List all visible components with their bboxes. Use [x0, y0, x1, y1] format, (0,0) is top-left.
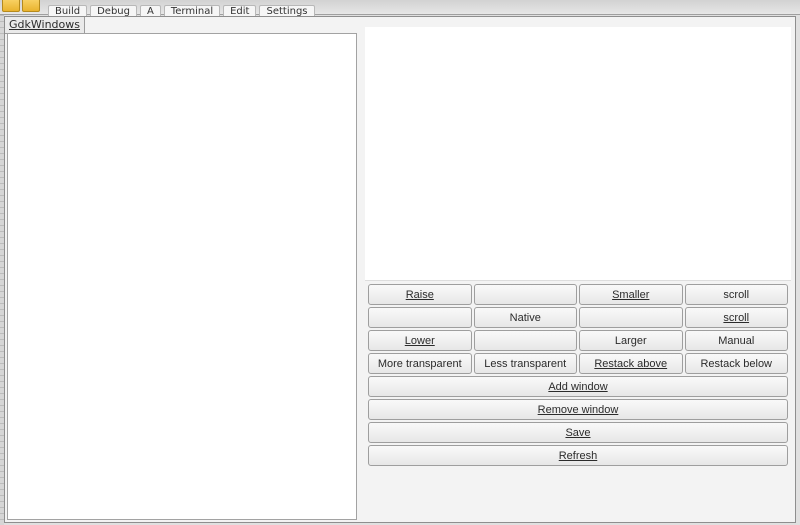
larger-button[interactable]: Larger [579, 330, 683, 351]
save-button[interactable]: Save [368, 422, 788, 443]
folder-icon[interactable] [22, 0, 40, 12]
preview-canvas[interactable] [365, 27, 791, 281]
raise-button[interactable]: Raise [368, 284, 472, 305]
blank-button-b3[interactable] [579, 307, 683, 328]
less-transparent-button[interactable]: Less transparent [474, 353, 578, 374]
gdkwindows-tree[interactable] [7, 33, 357, 520]
control-row-2: Native scroll [368, 307, 788, 328]
native-button[interactable]: Native [474, 307, 578, 328]
control-row-3: Lower Larger Manual [368, 330, 788, 351]
control-row-add: Add window [368, 376, 788, 397]
manual-button[interactable]: Manual [685, 330, 789, 351]
folder-icon[interactable] [2, 0, 20, 12]
desktop-root: Build Debug A Terminal Edit Settings Gdk… [0, 0, 800, 525]
refresh-button[interactable]: Refresh [368, 445, 788, 466]
scroll-button-a[interactable]: scroll [685, 284, 789, 305]
controls-panel: Raise Smaller scroll Native scroll Lower… [365, 281, 791, 519]
right-panel: Raise Smaller scroll Native scroll Lower… [365, 27, 791, 519]
lower-button[interactable]: Lower [368, 330, 472, 351]
remove-window-button[interactable]: Remove window [368, 399, 788, 420]
smaller-button[interactable]: Smaller [579, 284, 683, 305]
app-window: GdkWindows Raise Smaller scroll Native s… [4, 16, 796, 523]
add-window-button[interactable]: Add window [368, 376, 788, 397]
more-transparent-button[interactable]: More transparent [368, 353, 472, 374]
control-row-4: More transparent Less transparent Restac… [368, 353, 788, 374]
restack-below-button[interactable]: Restack below [685, 353, 789, 374]
control-row-remove: Remove window [368, 399, 788, 420]
control-row-refresh: Refresh [368, 445, 788, 466]
host-toolbar-icons [2, 0, 40, 12]
blank-button-a2[interactable] [474, 284, 578, 305]
blank-button-b1[interactable] [368, 307, 472, 328]
gdkwindows-tree-header[interactable]: GdkWindows [5, 17, 85, 34]
blank-button-c2[interactable] [474, 330, 578, 351]
control-row-1: Raise Smaller scroll [368, 284, 788, 305]
scroll-button-b[interactable]: scroll [685, 307, 789, 328]
restack-above-button[interactable]: Restack above [579, 353, 683, 374]
control-row-save: Save [368, 422, 788, 443]
